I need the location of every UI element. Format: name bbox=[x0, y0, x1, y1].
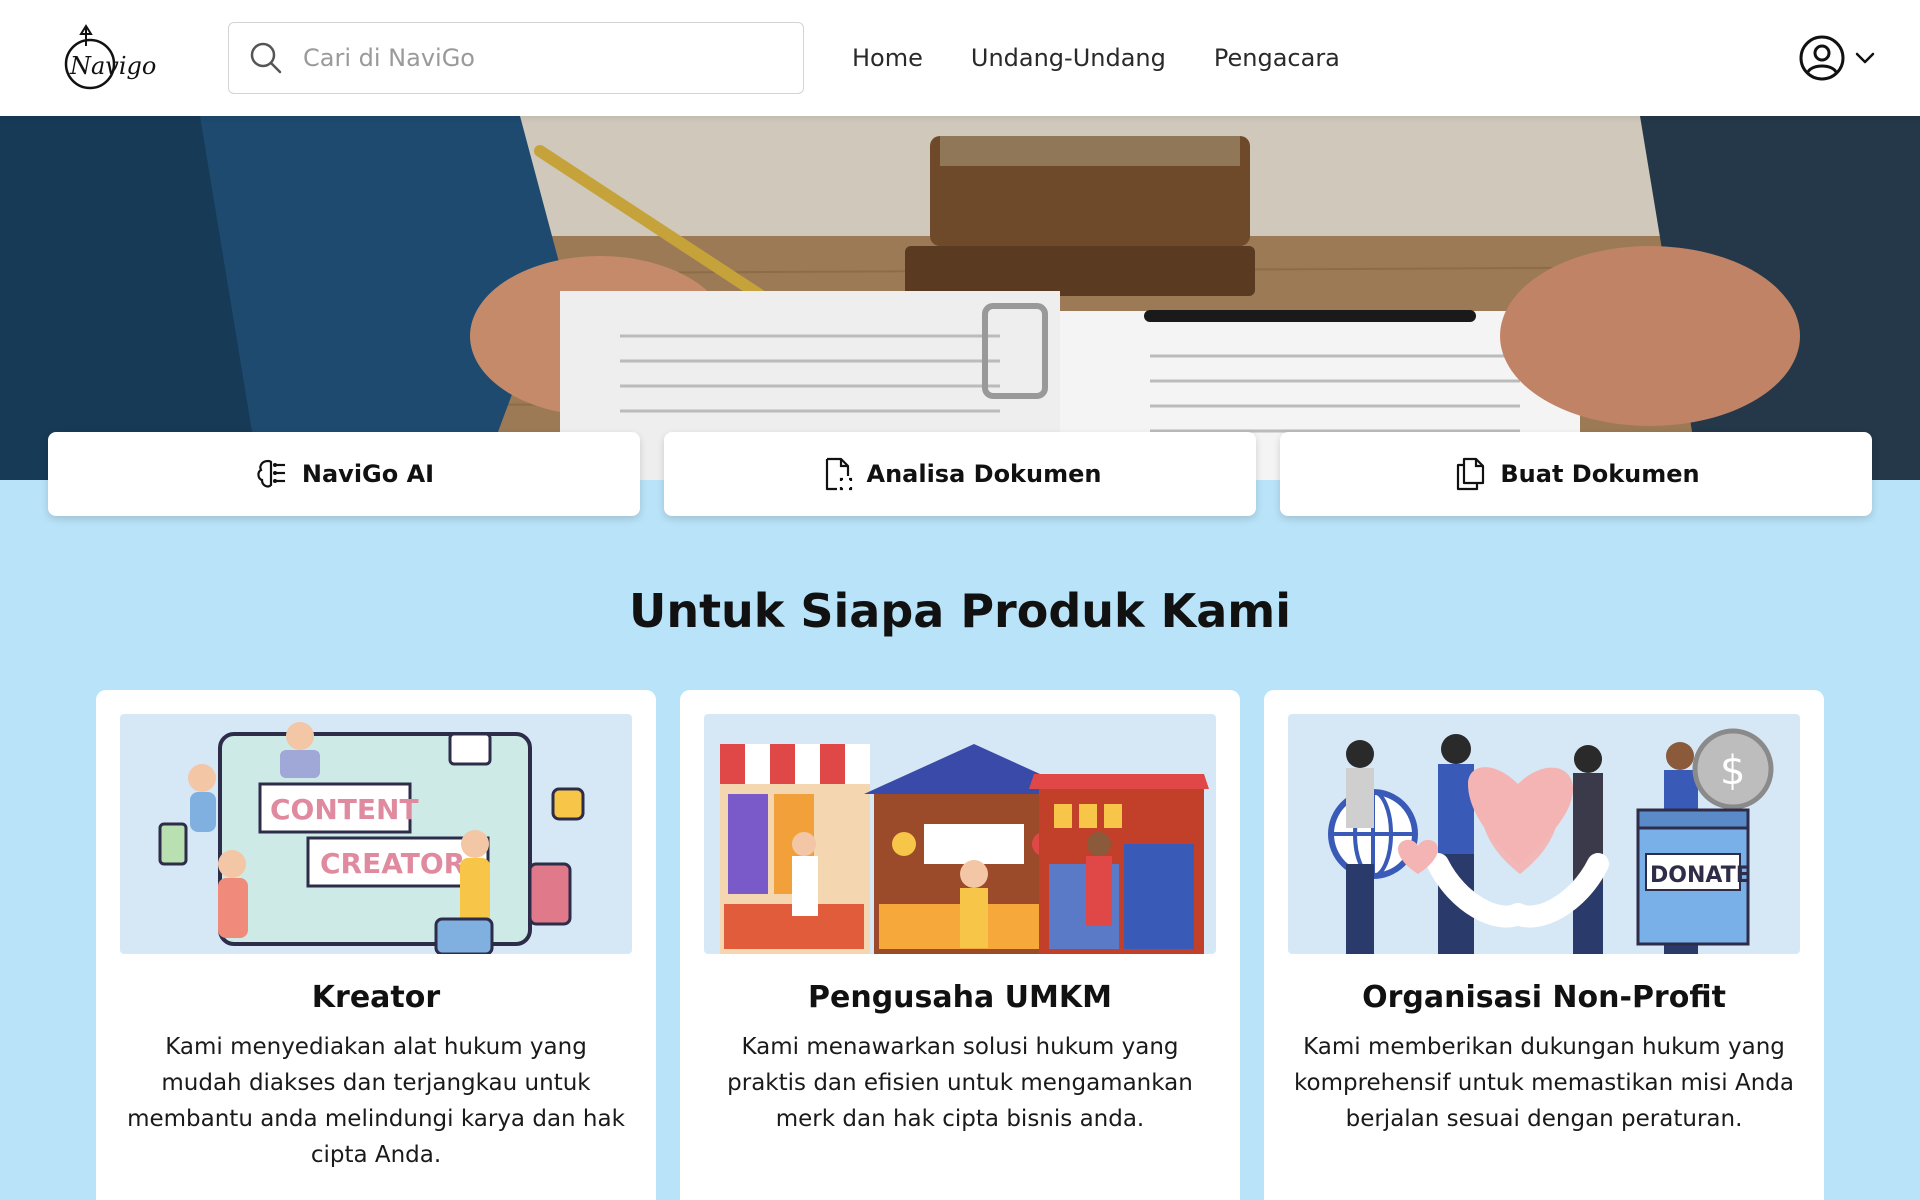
nav-pengacara[interactable]: Pengacara bbox=[1214, 44, 1340, 72]
hero-image bbox=[0, 116, 1920, 480]
documents-copy-icon bbox=[1457, 457, 1485, 491]
umkm-illustration bbox=[704, 714, 1216, 954]
svg-text:Navigo: Navigo bbox=[69, 52, 156, 80]
navigo-logo[interactable]: Navigo bbox=[60, 24, 170, 94]
user-circle-icon bbox=[1799, 35, 1845, 81]
content-label: CONTENT bbox=[270, 793, 419, 826]
donation-people-image: $ DONATE bbox=[1288, 714, 1800, 954]
kreator-illustration: CONTENT CREATOR bbox=[120, 714, 632, 954]
user-menu-button[interactable] bbox=[1798, 34, 1878, 82]
product-card-kreator: CONTENT CREATOR Kreator Kami menyediakan… bbox=[96, 690, 656, 1200]
navigo-logo-mark: Navigo bbox=[64, 24, 156, 90]
creator-label: CREATOR bbox=[320, 847, 465, 880]
svg-text:$: $ bbox=[1720, 748, 1745, 794]
nonprofit-illustration: $ DONATE bbox=[1288, 714, 1800, 954]
main-nav: Home Undang-Undang Pengacara bbox=[852, 0, 1340, 116]
chevron-down-icon bbox=[1855, 52, 1875, 64]
product-desc-nonprofit: Kami memberikan dukungan hukum yang komp… bbox=[1294, 1034, 1794, 1132]
product-title-kreator: Kreator bbox=[311, 980, 441, 1015]
nav-home[interactable]: Home bbox=[852, 44, 923, 72]
product-title-umkm: Pengusaha UMKM bbox=[808, 980, 1112, 1015]
analisa-dokumen-button[interactable]: Analisa Dokumen bbox=[664, 432, 1256, 516]
navigo-ai-label: NaviGo AI bbox=[301, 460, 435, 488]
search-input[interactable] bbox=[303, 44, 783, 72]
hero-photo-illustration bbox=[0, 116, 1920, 480]
brain-ai-icon bbox=[257, 459, 285, 488]
content-creator-image: CONTENT CREATOR bbox=[120, 714, 632, 954]
product-card-umkm: Pengusaha UMKM Kami menawarkan solusi hu… bbox=[680, 690, 1240, 1200]
top-navbar: Navigo Home Undang-Undang Pengacara bbox=[0, 0, 1920, 116]
analisa-dokumen-label: Analisa Dokumen bbox=[866, 460, 1102, 488]
product-cards: CONTENT CREATOR Kreator Kami menyediakan… bbox=[96, 690, 1824, 1200]
product-desc-kreator: Kami menyediakan alat hukum yang mudah d… bbox=[127, 1034, 625, 1168]
donate-label: DONATE bbox=[1650, 863, 1751, 888]
document-scan-icon bbox=[825, 457, 852, 491]
section-title: Untuk Siapa Produk Kami bbox=[628, 584, 1292, 638]
search-icon bbox=[250, 42, 282, 74]
quick-actions: NaviGo AI Analisa Dokumen Buat Dokumen bbox=[48, 432, 1872, 516]
product-card-nonprofit: $ DONATE Organisasi Non-Profit Kami memb… bbox=[1264, 690, 1824, 1200]
buat-dokumen-button[interactable]: Buat Dokumen bbox=[1280, 432, 1872, 516]
nav-undang-undang[interactable]: Undang-Undang bbox=[971, 44, 1166, 72]
product-title-nonprofit: Organisasi Non-Profit bbox=[1362, 980, 1726, 1015]
buat-dokumen-label: Buat Dokumen bbox=[1500, 460, 1700, 488]
market-stalls-image bbox=[704, 714, 1216, 954]
navigo-ai-button[interactable]: NaviGo AI bbox=[48, 432, 640, 516]
product-desc-umkm: Kami menawarkan solusi hukum yang prakti… bbox=[727, 1034, 1193, 1132]
search-bar bbox=[228, 22, 804, 94]
